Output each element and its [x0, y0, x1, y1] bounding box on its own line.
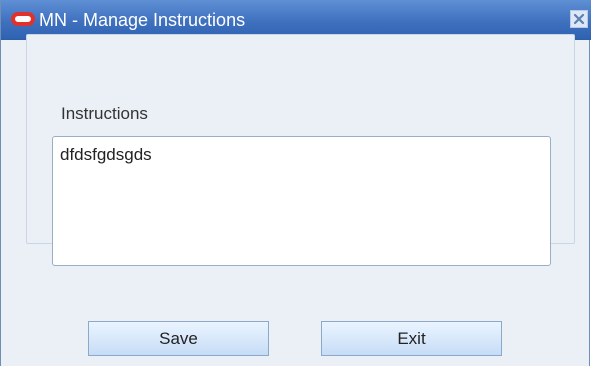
close-button[interactable] [570, 10, 588, 28]
exit-button[interactable]: Exit [321, 321, 502, 356]
manage-instructions-window: MN - Manage Instructions Instructions df… [0, 0, 591, 366]
save-button[interactable]: Save [88, 321, 269, 356]
instructions-textarea[interactable]: dfdsfgdsgds [52, 136, 551, 266]
close-icon [573, 13, 585, 25]
instructions-label: Instructions [61, 104, 148, 123]
oracle-icon [11, 12, 35, 26]
window-title: MN - Manage Instructions [39, 10, 246, 30]
